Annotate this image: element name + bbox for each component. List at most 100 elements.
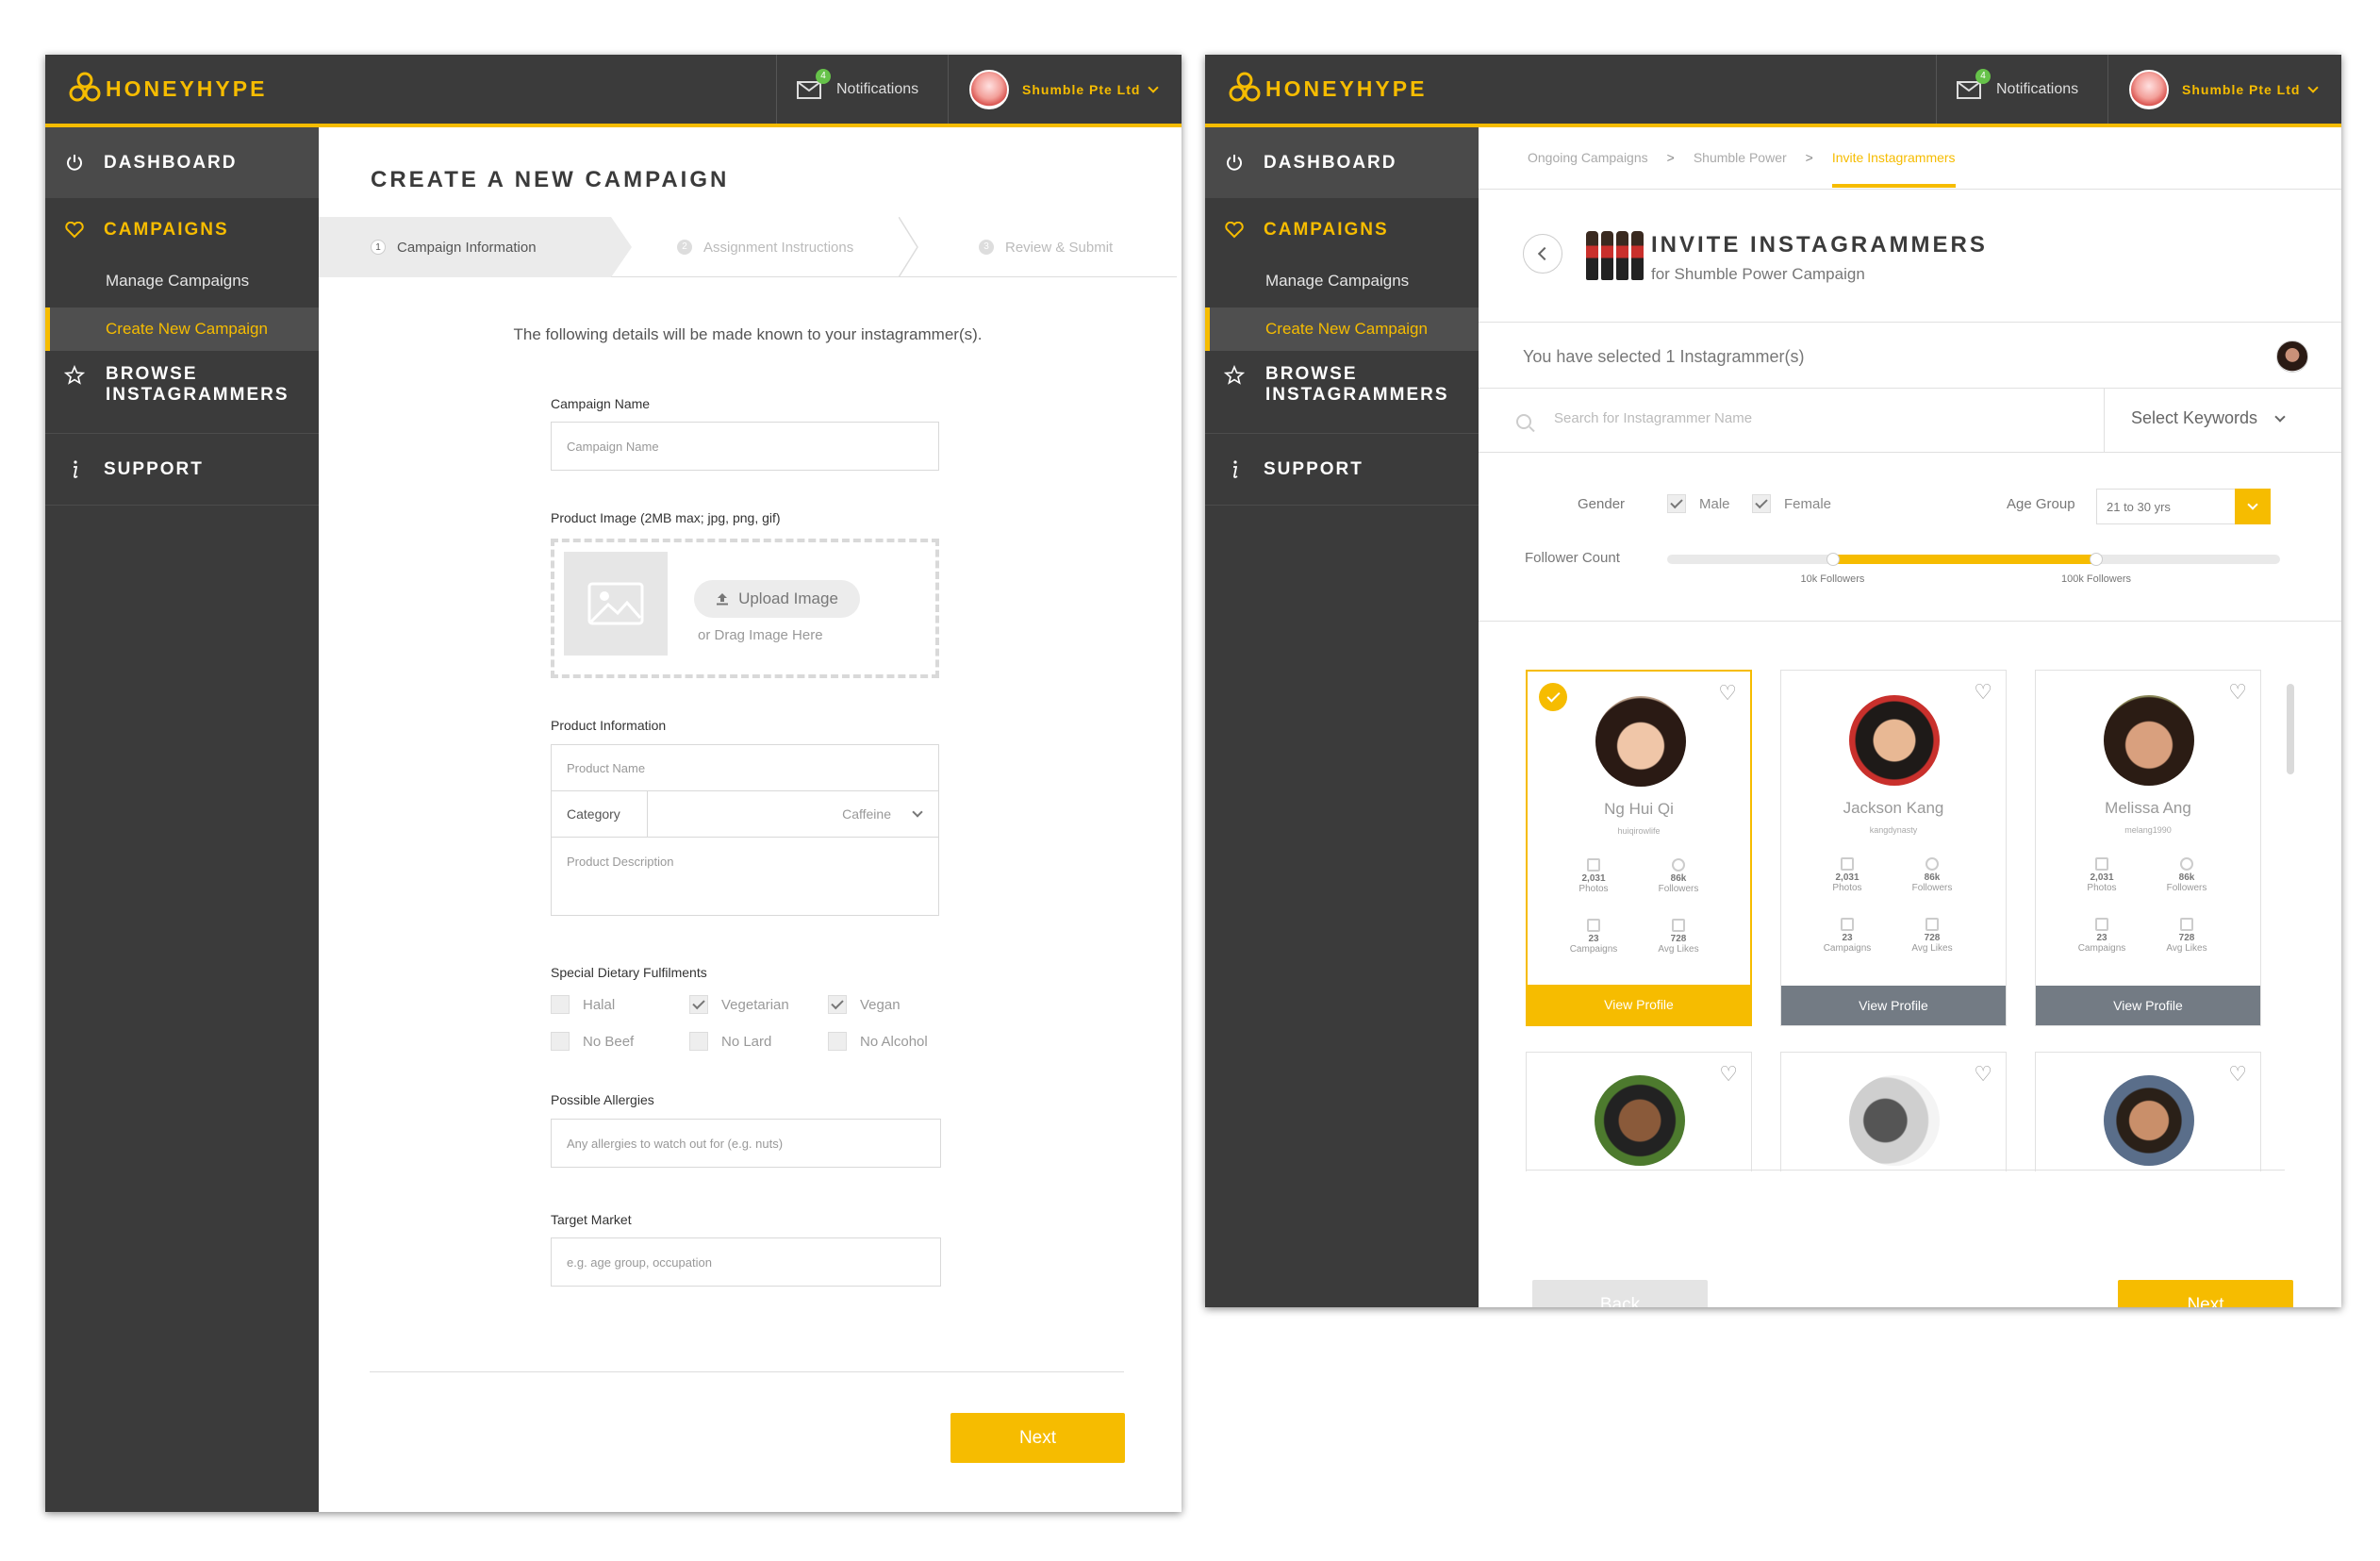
- heart-icon[interactable]: ♡: [1718, 683, 1737, 704]
- allergies-input[interactable]: Any allergies to watch out for (e.g. nut…: [551, 1119, 941, 1168]
- campaign-name-input[interactable]: Campaign Name: [551, 422, 939, 471]
- slider-handle-min[interactable]: [1826, 553, 1840, 566]
- slider-handle-max[interactable]: [2090, 553, 2103, 566]
- checkbox-no-lard[interactable]: No Lard: [689, 1032, 771, 1051]
- sidebar-item-campaigns[interactable]: CAMPAIGNS: [1205, 211, 1389, 249]
- sidebar-item-browse-instagrammers[interactable]: BROWSE INSTAGRAMMERS: [1205, 349, 1479, 434]
- followers-icon: [2180, 857, 2193, 871]
- breadcrumb-ongoing-campaigns[interactable]: Ongoing Campaigns: [1528, 150, 1648, 165]
- back-button[interactable]: Back: [1532, 1280, 1708, 1307]
- card-handle: huiqirowlife: [1617, 826, 1661, 836]
- follower-slider[interactable]: [1667, 553, 2280, 566]
- selected-avatar[interactable]: [2276, 340, 2308, 373]
- checkbox-vegan[interactable]: Vegan: [828, 995, 901, 1014]
- breadcrumb-shumble-power[interactable]: Shumble Power: [1694, 150, 1787, 165]
- age-group-select[interactable]: 21 to 30 yrs: [2096, 489, 2271, 524]
- upload-image-button[interactable]: Upload Image: [694, 580, 860, 618]
- sidebar-item-manage-campaigns[interactable]: Manage Campaigns: [106, 272, 249, 291]
- notifications-button[interactable]: 4 Notifications: [1957, 55, 2078, 124]
- checkbox-box[interactable]: [551, 1032, 570, 1051]
- slider-max-label: 100k Followers: [2061, 573, 2131, 585]
- sidebar-item-manage-campaigns[interactable]: Manage Campaigns: [1265, 272, 1409, 291]
- instagrammer-card[interactable]: ♡ Melissa Ang melang1990 2,031 Photos 86k…: [2035, 670, 2261, 1026]
- step-assignment-instructions[interactable]: 2 Assignment Instructions: [677, 217, 853, 277]
- instagrammer-card[interactable]: ♡: [1780, 1052, 2007, 1171]
- instagrammer-card[interactable]: ♡: [1526, 1052, 1752, 1171]
- view-profile-button[interactable]: View Profile: [2036, 986, 2260, 1025]
- dropdown-toggle[interactable]: [2235, 489, 2271, 524]
- step-campaign-information[interactable]: 1 Campaign Information: [319, 217, 611, 277]
- sidebar-item-dashboard[interactable]: DASHBOARD: [45, 127, 319, 198]
- heart-icon[interactable]: ♡: [1719, 1064, 1738, 1085]
- sidebar-item-browse-instagrammers[interactable]: BROWSE INSTAGRAMMERS: [45, 349, 319, 434]
- sidebar-item-create-campaign[interactable]: Create New Campaign: [1205, 307, 1479, 351]
- search-input[interactable]: Search for Instagrammer Name: [1554, 410, 2082, 426]
- sidebar-item-create-campaign[interactable]: Create New Campaign: [45, 307, 319, 351]
- view-profile-button[interactable]: View Profile: [1781, 986, 2006, 1025]
- thumbs-up-icon: [1925, 918, 1939, 931]
- heart-icon[interactable]: ♡: [2228, 682, 2247, 703]
- breadcrumb: Ongoing Campaigns > Shumble Power > Invi…: [1528, 127, 1956, 188]
- account-menu[interactable]: Shumble Pte Ltd: [969, 55, 1160, 124]
- checkbox-box[interactable]: [1752, 494, 1771, 513]
- checkbox-halal[interactable]: Halal: [551, 995, 615, 1014]
- product-description-input[interactable]: Product Description: [551, 837, 939, 916]
- product-information-label: Product Information: [551, 718, 667, 733]
- notifications-button[interactable]: 4 Notifications: [797, 55, 918, 124]
- account-menu[interactable]: Shumble Pte Ltd: [2129, 55, 2320, 124]
- checkbox-no-beef[interactable]: No Beef: [551, 1032, 634, 1051]
- top-bar: HONEYHYPE 4 Notifications Shumble Pte Lt…: [1205, 55, 2341, 127]
- breadcrumb-invite-instagrammers[interactable]: Invite Instagrammers: [1831, 127, 1956, 188]
- power-icon: [1224, 153, 1245, 174]
- sidebar-item-support[interactable]: SUPPORT: [1205, 435, 1479, 506]
- heart-icon: [64, 220, 85, 241]
- sidebar-item-support[interactable]: SUPPORT: [45, 435, 319, 506]
- checkbox-no-alcohol[interactable]: No Alcohol: [828, 1032, 928, 1051]
- next-button[interactable]: Next: [2118, 1280, 2293, 1307]
- sidebar-item-dashboard[interactable]: DASHBOARD: [1205, 127, 1479, 198]
- page-title: INVITE INSTAGRAMMERS: [1651, 232, 1988, 257]
- followers-icon: [1925, 857, 1939, 871]
- brand[interactable]: HONEYHYPE: [66, 70, 267, 108]
- heart-icon[interactable]: ♡: [2228, 1064, 2247, 1085]
- instagrammer-card[interactable]: ♡ Jackson Kang kangdynasty 2,031 Photos 8…: [1780, 670, 2007, 1026]
- heart-icon[interactable]: ♡: [1974, 682, 1992, 703]
- sidebar-item-campaigns[interactable]: CAMPAIGNS: [45, 211, 229, 249]
- checkbox-box[interactable]: [828, 995, 847, 1014]
- checkbox-box[interactable]: [689, 995, 708, 1014]
- checkbox-box[interactable]: [551, 995, 570, 1014]
- instagrammer-grid: ♡ Ng Hui Qi huiqirowlife 2,031 Photos 86k…: [1526, 670, 2294, 1171]
- checkbox-male[interactable]: Male: [1667, 494, 1730, 513]
- divider: [370, 1371, 1124, 1372]
- category-select[interactable]: Category Caffeine: [551, 790, 939, 838]
- step-review-submit[interactable]: 3 Review & Submit: [979, 217, 1113, 277]
- chevron-down-icon: [2247, 499, 2258, 510]
- checkbox-vegetarian[interactable]: Vegetarian: [689, 995, 789, 1014]
- brand[interactable]: HONEYHYPE: [1226, 70, 1427, 108]
- heart-icon[interactable]: ♡: [1974, 1064, 1992, 1085]
- view-profile-button[interactable]: View Profile: [1528, 985, 1750, 1024]
- checkbox-female[interactable]: Female: [1752, 494, 1831, 513]
- back-arrow-button[interactable]: [1523, 234, 1562, 274]
- sidebar-item-label: BROWSE INSTAGRAMMERS: [1265, 364, 1449, 405]
- image-dropzone[interactable]: Upload Image or Drag Image Here: [551, 539, 939, 678]
- instagrammer-card[interactable]: ♡: [2035, 1052, 2261, 1171]
- next-button[interactable]: Next: [950, 1413, 1125, 1463]
- scrollbar[interactable]: [2287, 684, 2294, 774]
- select-keywords-dropdown[interactable]: Select Keywords: [2131, 408, 2286, 428]
- checkbox-box[interactable]: [689, 1032, 708, 1051]
- honeycomb-logo-icon: [69, 72, 101, 102]
- checkbox-box[interactable]: [828, 1032, 847, 1051]
- trophy-icon: [2095, 918, 2108, 931]
- thumbs-up-icon: [1672, 919, 1685, 932]
- followers-icon: [1672, 858, 1685, 872]
- instagrammer-card[interactable]: ♡ Ng Hui Qi huiqirowlife 2,031 Photos 86k…: [1526, 670, 1752, 1026]
- checkbox-box[interactable]: [1667, 494, 1686, 513]
- age-group-label: Age Group: [2007, 496, 2075, 512]
- gender-label: Gender: [1578, 496, 1626, 512]
- chevron-left-icon: [1537, 246, 1552, 261]
- product-name-input[interactable]: Product Name: [551, 744, 939, 791]
- target-market-input[interactable]: e.g. age group, occupation: [551, 1237, 941, 1287]
- sidebar: DASHBOARD CAMPAIGNS Manage Campaigns Cre…: [45, 127, 319, 1512]
- intro-text: The following details will be made known…: [513, 325, 983, 343]
